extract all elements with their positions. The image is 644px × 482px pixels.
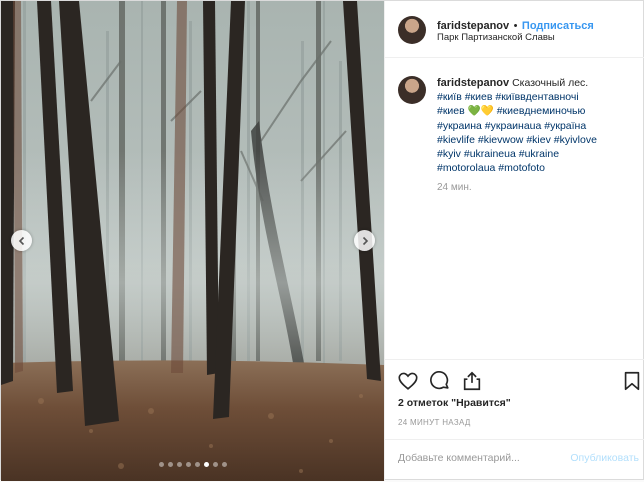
share-button[interactable]	[461, 370, 483, 392]
comment-input[interactable]	[398, 452, 538, 464]
heart-icon	[398, 372, 418, 390]
carousel-next-button[interactable]	[354, 230, 375, 251]
location-link[interactable]: Парк Партизанской Славы	[437, 32, 555, 43]
caption-comment: faridstepanov Сказочный лес. #київ #киев…	[437, 76, 637, 196]
hashtag-link[interactable]: #ukraine	[519, 148, 559, 160]
post-timestamp: 24 МИНУТ НАЗАД	[398, 418, 471, 427]
bookmark-icon	[624, 371, 640, 391]
hashtag-link[interactable]: #kyivlove	[554, 134, 597, 146]
username-link[interactable]: faridstepanov	[437, 20, 509, 32]
share-icon	[463, 371, 481, 391]
separator: •	[513, 20, 518, 32]
carousel-dot	[176, 462, 182, 467]
hashtag-link[interactable]: #киев	[437, 105, 465, 117]
hashtag-link[interactable]: #ukraineua	[464, 148, 516, 160]
carousel-dot	[167, 462, 173, 467]
like-button[interactable]	[397, 370, 419, 392]
heart-emoji: 💚💛	[467, 105, 494, 118]
hashtag-link[interactable]: #kiev	[526, 134, 551, 146]
carousel-prev-button[interactable]	[11, 230, 32, 251]
hashtag-link[interactable]: #kyiv	[437, 148, 461, 160]
hashtag-link[interactable]: #киевднеминочью	[497, 105, 586, 117]
comment-avatar[interactable]	[398, 76, 426, 104]
comment-button[interactable]	[429, 370, 451, 392]
hashtag-link[interactable]: #київ	[437, 91, 462, 103]
carousel-indicator	[1, 462, 384, 467]
hashtag-link[interactable]: #motorolaua	[437, 162, 495, 174]
post-header: faridstepanov • Подписаться Парк Партиза…	[385, 1, 644, 58]
hashtag-list: #київ #киев #київвдентавночі #киев 💚💛 #ки…	[437, 90, 637, 175]
hashtag-line: #kyiv #ukraineua #ukraine	[437, 147, 637, 161]
follow-button[interactable]: Подписаться	[522, 20, 594, 32]
hashtag-link[interactable]: #украина	[437, 120, 482, 132]
hashtag-link[interactable]: #киев	[465, 91, 493, 103]
chevron-left-icon	[18, 236, 24, 245]
comment-time: 24 мин.	[437, 182, 472, 194]
carousel-dot	[221, 462, 227, 467]
action-bar: 2 отметок "Нравится" 24 МИНУТ НАЗАД	[385, 359, 644, 440]
save-button[interactable]	[621, 370, 643, 392]
chevron-right-icon	[362, 236, 368, 245]
post-sidebar: faridstepanov • Подписаться Парк Партиза…	[384, 1, 644, 481]
carousel-dot	[212, 462, 218, 467]
forest-photo	[1, 1, 384, 481]
caption-username[interactable]: faridstepanov	[437, 77, 509, 89]
carousel-dot	[203, 462, 209, 467]
hashtag-link[interactable]: #kievlife	[437, 134, 475, 146]
add-comment-bar: Опубликовать	[385, 439, 644, 482]
hashtag-line: #motorolaua #motofoto	[437, 161, 637, 175]
comment-icon	[430, 371, 449, 390]
caption-text: Сказочный лес.	[512, 77, 589, 89]
avatar[interactable]	[398, 16, 426, 44]
publish-button[interactable]: Опубликовать	[570, 452, 639, 464]
carousel-dot	[185, 462, 191, 467]
carousel-dot	[194, 462, 200, 467]
post-photo[interactable]	[1, 1, 384, 481]
hashtag-link[interactable]: #kievwow	[478, 134, 524, 146]
hashtag-line: #київ #киев #київвдентавночі	[437, 90, 637, 104]
hashtag-link[interactable]: #київвдентавночі	[495, 91, 578, 103]
hashtag-line: #киев 💚💛 #киевднеминочью	[437, 104, 637, 118]
instagram-post: faridstepanov • Подписаться Парк Партиза…	[0, 0, 644, 481]
carousel-dot	[158, 462, 164, 467]
likes-count[interactable]: 2 отметок "Нравится"	[398, 397, 511, 409]
hashtag-line: #украина #украинаua #україна	[437, 119, 637, 133]
hashtag-link[interactable]: #украинаua	[485, 120, 542, 132]
hashtag-link[interactable]: #motofoto	[498, 162, 545, 174]
hashtag-line: #kievlife #kievwow #kiev #kyivlove	[437, 133, 637, 147]
hashtag-link[interactable]: #україна	[544, 120, 586, 132]
